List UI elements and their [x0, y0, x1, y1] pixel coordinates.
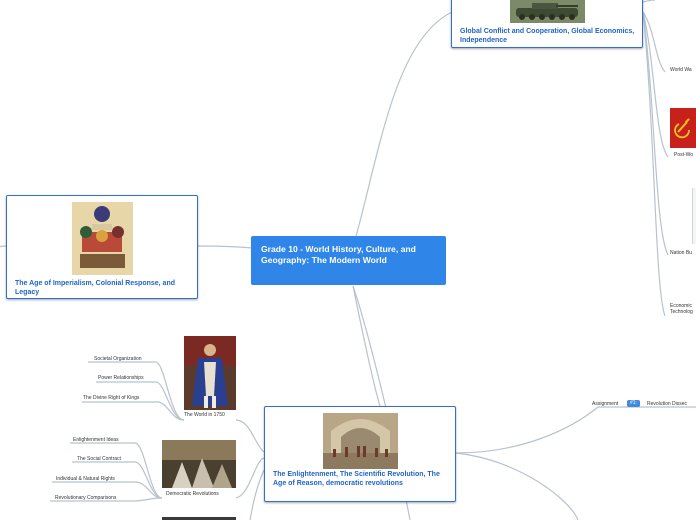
- central-topic[interactable]: Grade 10 - World History, Culture, and G…: [251, 236, 446, 285]
- tank-image: [510, 0, 585, 23]
- leaf-revolutionary-comparisons[interactable]: Revolutionary Comparisons: [55, 495, 116, 501]
- assignment-label: Assignment: [592, 401, 619, 407]
- subtopic-democratic-revolutions[interactable]: Democratic Revolutions: [166, 491, 219, 497]
- democratic-revolutions-image[interactable]: [162, 440, 236, 488]
- leaf-natural-rights[interactable]: Individual & Natural Rights: [56, 476, 115, 482]
- topic-global-conflict[interactable]: Global Conflict and Cooperation, Global …: [451, 0, 643, 48]
- topic-imperialism-title: The Age of Imperialism, Colonial Respons…: [15, 280, 175, 296]
- leaf-divine-right-of-kings[interactable]: The Divine Right of Kings: [83, 395, 139, 401]
- leaf-technology[interactable]: Technolog: [670, 309, 693, 315]
- leaf-post-war[interactable]: Post-Wo: [674, 152, 693, 158]
- school-of-athens-image: [323, 413, 398, 469]
- leaf-enlightenment-ideas[interactable]: Enlightenment Ideas: [73, 437, 119, 443]
- subtopic-world-1750[interactable]: The World in 1750: [184, 412, 225, 418]
- topic-global-conflict-title: Global Conflict and Cooperation, Global …: [460, 28, 635, 44]
- topic-enlightenment-title: The Enlightenment, The Scientific Revolu…: [273, 471, 440, 487]
- leaf-nation-building[interactable]: Nation Bu: [670, 250, 692, 256]
- topic-enlightenment[interactable]: The Enlightenment, The Scientific Revolu…: [264, 406, 456, 502]
- topic-imperialism[interactable]: The Age of Imperialism, Colonial Respons…: [6, 195, 198, 299]
- leaf-world-wars[interactable]: World Wa: [670, 67, 692, 73]
- partial-image-right: [692, 188, 696, 244]
- assignment-link[interactable]: Revolution Dissec: [647, 401, 687, 407]
- leaf-social-contract[interactable]: The Social Contract: [77, 456, 121, 462]
- tank-icon: [510, 0, 585, 23]
- mind-map-canvas[interactable]: Grade 10 - World History, Culture, and G…: [0, 0, 696, 520]
- assignment-badge: #1:: [627, 400, 640, 407]
- leaf-power-relationships[interactable]: Power Relationships: [98, 375, 144, 381]
- central-topic-title: Grade 10 - World History, Culture, and G…: [261, 244, 416, 265]
- louis-xiv-portrait-image[interactable]: [184, 336, 236, 410]
- leaf-societal-organization[interactable]: Societal Organization: [94, 356, 142, 362]
- soviet-flag-image: [670, 108, 696, 148]
- hammer-sickle-icon: [670, 108, 696, 148]
- imperialism-cartoon-image: [72, 202, 133, 275]
